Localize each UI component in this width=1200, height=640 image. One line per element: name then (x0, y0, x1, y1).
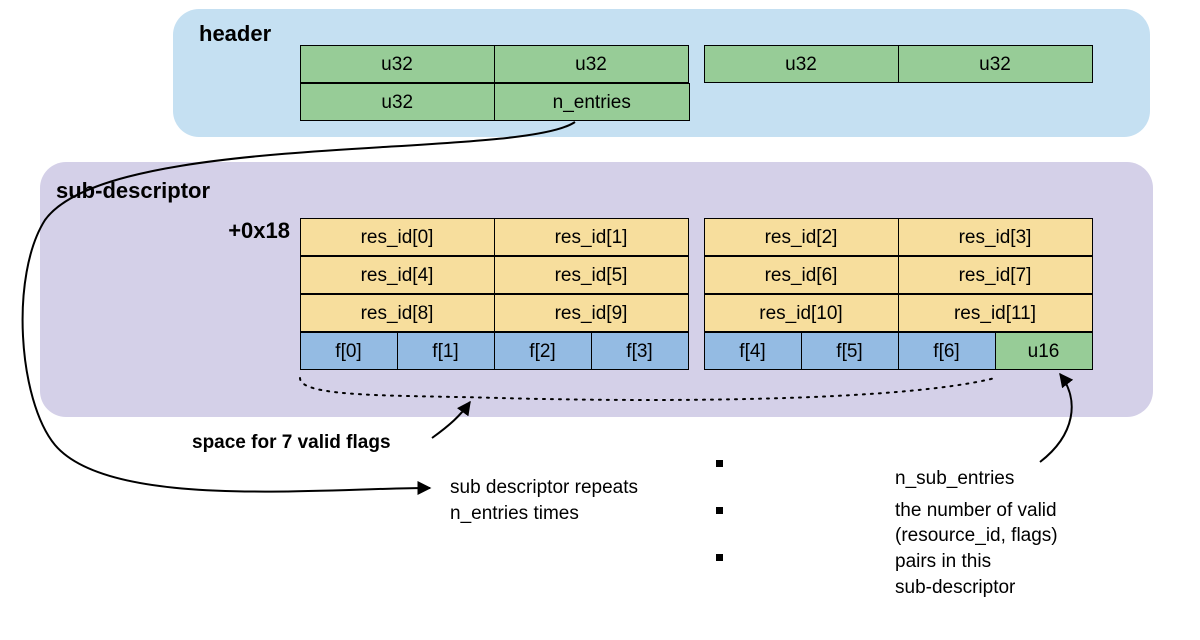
header-grid: u32 u32 u32 u32 u32 n_entries (300, 45, 1092, 121)
u16-cell-n-sub-entries: u16 (995, 332, 1093, 370)
header-title: header (199, 21, 1130, 47)
sub-descriptor-title: sub-descriptor (56, 178, 210, 204)
vertical-ellipsis (713, 460, 725, 561)
flag-cell: f[1] (397, 332, 495, 370)
resid-cell: res_id[1] (494, 218, 689, 256)
note-nsub-l1: the number of valid (895, 498, 1058, 524)
header-cell: u32 (494, 45, 689, 83)
offset-label: +0x18 (190, 218, 290, 244)
resid-cell: res_id[11] (898, 294, 1093, 332)
resid-cell: res_id[5] (494, 256, 689, 294)
resid-cell: res_id[3] (898, 218, 1093, 256)
resid-cell: res_id[0] (300, 218, 495, 256)
note-repeat-l1: sub descriptor repeats (450, 475, 638, 501)
note-repeat-l2: n_entries times (450, 501, 638, 527)
resid-cell: res_id[10] (704, 294, 899, 332)
note-nsub: n_sub_entries the number of valid (resou… (895, 466, 1058, 600)
note-repeat: sub descriptor repeats n_entries times (450, 475, 638, 526)
flag-cell: f[3] (591, 332, 689, 370)
note-nsub-l3: pairs in this (895, 549, 1058, 575)
header-cell-n-entries: n_entries (494, 83, 690, 121)
resid-cell: res_id[7] (898, 256, 1093, 294)
note-nsub-l2: (resource_id, flags) (895, 523, 1058, 549)
note-nsub-l4: sub-descriptor (895, 575, 1058, 601)
flag-cell: f[2] (494, 332, 592, 370)
note-nsub-title: n_sub_entries (895, 466, 1058, 492)
flag-cell: f[0] (300, 332, 398, 370)
note-flags: space for 7 valid flags (192, 430, 391, 456)
flag-cell: f[5] (801, 332, 899, 370)
resid-cell: res_id[8] (300, 294, 495, 332)
flag-cell: f[6] (898, 332, 996, 370)
header-cell: u32 (704, 45, 899, 83)
resid-cell: res_id[2] (704, 218, 899, 256)
resid-cell: res_id[9] (494, 294, 689, 332)
header-cell: u32 (898, 45, 1093, 83)
header-cell: u32 (300, 83, 496, 121)
resid-cell: res_id[6] (704, 256, 899, 294)
resid-cell: res_id[4] (300, 256, 495, 294)
flag-cell: f[4] (704, 332, 802, 370)
sub-descriptor-grid: res_id[0] res_id[1] res_id[2] res_id[3] … (300, 218, 1092, 370)
header-cell: u32 (300, 45, 495, 83)
